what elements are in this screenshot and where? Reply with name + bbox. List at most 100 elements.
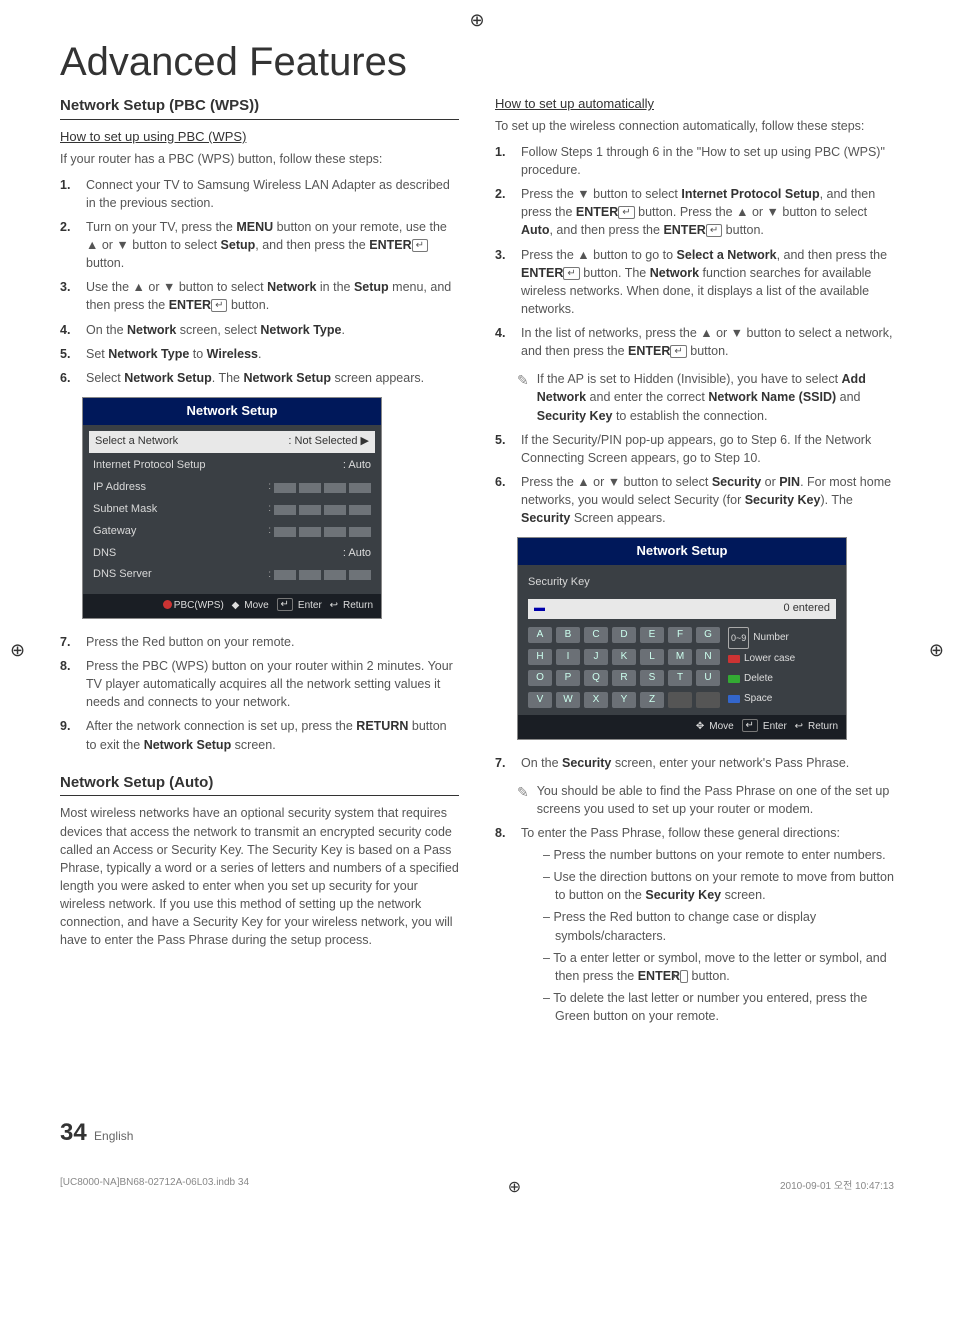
enter-icon: ↵: [706, 224, 722, 237]
enter-icon: ↵: [563, 267, 579, 280]
keyboard-key: P: [556, 670, 580, 686]
step-number: 5.: [60, 345, 78, 363]
page-number: 34: [60, 1119, 87, 1146]
auto-paragraph: Most wireless networks have an optional …: [60, 804, 459, 949]
panel-row-select-network: Select a Network: Not Selected ▶: [89, 431, 375, 453]
step-number: 2.: [60, 218, 78, 272]
step-number: 9.: [60, 717, 78, 753]
keyboard-key: R: [612, 670, 636, 686]
step-number: 6.: [495, 473, 513, 527]
intro-text: To set up the wireless connection automa…: [495, 117, 894, 135]
keyboard-key: [668, 692, 692, 708]
direction-item: Press the number buttons on your remote …: [543, 846, 894, 864]
keyboard-key: [696, 692, 720, 708]
auto-steps-list: 1.Follow Steps 1 through 6 in the "How t…: [495, 143, 894, 360]
auto-steps-list-cont2: 7. On the Security screen, enter your net…: [495, 754, 894, 772]
keyboard-key: C: [584, 627, 608, 643]
enter-icon: ↵: [680, 970, 688, 983]
subheading-auto: How to set up automatically: [495, 95, 894, 114]
panel-footer: PBC(WPS) ◆Move ↵Enter ↩Return: [83, 594, 381, 618]
step-number: 6.: [60, 369, 78, 387]
enter-icon: ↵: [618, 206, 634, 219]
keyboard-key: A: [528, 627, 552, 643]
step-body: After the network connection is set up, …: [86, 717, 459, 753]
keyboard-key: W: [556, 692, 580, 708]
panel-body: Select a Network: Not Selected ▶ Interne…: [83, 425, 381, 595]
keyboard-key: Z: [640, 692, 664, 708]
number-icon: 0~9: [728, 627, 749, 649]
note-hidden-ap: ✎ If the AP is set to Hidden (Invisible)…: [517, 370, 894, 424]
step-number: 3.: [495, 246, 513, 319]
registration-mark-right: ⊕: [929, 640, 944, 661]
step-body: To enter the Pass Phrase, follow these g…: [521, 824, 894, 1029]
panel-title: Network Setup: [518, 538, 846, 565]
page-language: English: [94, 1129, 133, 1143]
panel-row-dns: DNS: Auto: [93, 543, 371, 565]
right-column: How to set up automatically To set up th…: [495, 95, 894, 1039]
security-key-label: Security Key: [528, 573, 836, 599]
print-filename: [UC8000-NA]BN68-02712A-06L03.indb 34: [60, 1177, 249, 1197]
keyboard-key: N: [696, 649, 720, 665]
keyboard-key: U: [696, 670, 720, 686]
red-button-icon: [163, 600, 172, 609]
entered-count: 0 entered: [784, 601, 830, 617]
keyboard-key: M: [668, 649, 692, 665]
step-number: 1.: [60, 176, 78, 212]
panel-footer: ✥Move ↵Enter ↩Return: [518, 715, 846, 739]
step-body: In the list of networks, press the ▲ or …: [521, 324, 894, 360]
step-body: Press the PBC (WPS) button on your route…: [86, 657, 459, 711]
direction-item: To delete the last letter or number you …: [543, 989, 894, 1025]
step-body: On the Network screen, select Network Ty…: [86, 321, 459, 339]
step-number: 5.: [495, 431, 513, 467]
step-number: 7.: [60, 633, 78, 651]
subheading-pbc: How to set up using PBC (WPS): [60, 128, 459, 147]
direction-item: To a enter letter or symbol, move to the…: [543, 949, 894, 985]
keyboard-key: F: [668, 627, 692, 643]
step-number: 8.: [60, 657, 78, 711]
onscreen-keyboard: ABCDEFGHIJKLMNOPQRSTUVWXYZ: [528, 627, 720, 709]
step-body: Press the ▲ button to go to Select a Net…: [521, 246, 894, 319]
keyboard-key: J: [584, 649, 608, 665]
security-key-panel: Network Setup Security Key ▬ 0 entered A…: [517, 537, 847, 739]
auto-steps-list-cont3: 8. To enter the Pass Phrase, follow thes…: [495, 824, 894, 1029]
registration-mark-bottom: ⊕: [508, 1177, 521, 1197]
keyboard-key: X: [584, 692, 608, 708]
keyboard-key: Y: [612, 692, 636, 708]
keyboard-key: I: [556, 649, 580, 665]
panel-body: Security Key ▬ 0 entered ABCDEFGHIJKLMNO…: [518, 565, 846, 715]
step-number: 7.: [495, 754, 513, 772]
panel-row-dns-server: DNS Server:: [93, 564, 371, 586]
print-timestamp: 2010-09-01 오전 10:47:13: [780, 1177, 894, 1197]
enter-icon: ↵: [211, 299, 227, 312]
auto-steps-list-cont: 5.If the Security/PIN pop-up appears, go…: [495, 431, 894, 528]
keyboard-key: O: [528, 670, 552, 686]
red-button-icon: [728, 655, 740, 663]
keyboard-key: K: [612, 649, 636, 665]
step-body: If the Security/PIN pop-up appears, go t…: [521, 431, 894, 467]
step-body: On the Security screen, enter your netwo…: [521, 754, 894, 772]
keyboard-key: E: [640, 627, 664, 643]
entry-bar: ▬ 0 entered: [528, 599, 836, 619]
step-body: Use the ▲ or ▼ button to select Network …: [86, 278, 459, 314]
page-title: Advanced Features: [60, 40, 894, 85]
enter-icon: ↵: [277, 598, 293, 611]
enter-icon: ↵: [412, 239, 428, 252]
step-body: Follow Steps 1 through 6 in the "How to …: [521, 143, 894, 179]
cursor-icon: ▬: [534, 601, 545, 617]
note-icon: ✎: [517, 782, 529, 818]
step-number: 2.: [495, 185, 513, 239]
keyboard-key: T: [668, 670, 692, 686]
step-number: 8.: [495, 824, 513, 1029]
keyboard-key: B: [556, 627, 580, 643]
step-number: 4.: [495, 324, 513, 360]
step-number: 1.: [495, 143, 513, 179]
page-footer: 34 English: [60, 1119, 894, 1147]
step-body: Turn on your TV, press the MENU button o…: [86, 218, 459, 272]
panel-row-ip-address: IP Address:: [93, 477, 371, 499]
keyboard-key: Q: [584, 670, 608, 686]
green-button-icon: [728, 675, 740, 683]
panel-row-gateway: Gateway:: [93, 521, 371, 543]
keyboard-legend: 0~9Number Lower case Delete Space: [728, 627, 795, 709]
intro-text: If your router has a PBC (WPS) button, f…: [60, 150, 459, 168]
keyboard-key: D: [612, 627, 636, 643]
